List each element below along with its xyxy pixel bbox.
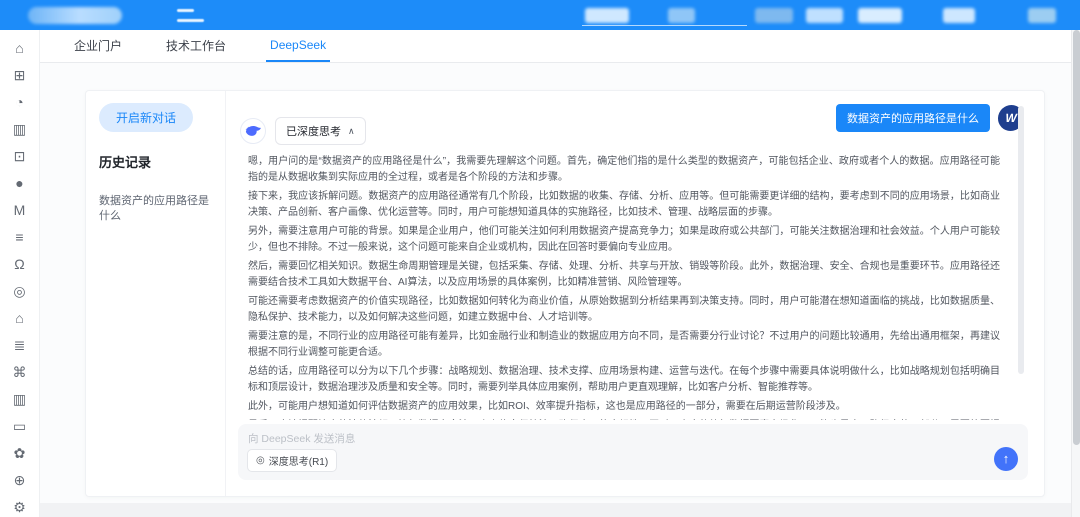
tab-enterprise-portal[interactable]: 企业门户: [70, 30, 126, 62]
sitemap-icon[interactable]: ⌘: [12, 365, 28, 379]
menu-toggle-icon[interactable]: [177, 9, 205, 23]
folder-icon[interactable]: ▭: [12, 419, 28, 433]
chat-scrollbar[interactable]: [1018, 106, 1024, 374]
deep-think-r1-button[interactable]: ◎ 深度思考(R1): [247, 449, 337, 472]
message-list: 数据资产的应用路径是什么 W 已深度思考 ∧: [226, 91, 1044, 420]
tab-deepseek[interactable]: DeepSeek: [266, 30, 330, 62]
send-button[interactable]: ↑: [994, 447, 1018, 471]
flower-icon[interactable]: ✿: [12, 446, 28, 460]
blurred-nav-item[interactable]: [668, 8, 695, 23]
history-list: 数据资产的应用路径是什么: [99, 194, 212, 224]
pie-chart-icon[interactable]: ◔: [12, 95, 28, 109]
user-message-row: 数据资产的应用路径是什么 W: [836, 104, 1024, 132]
globe-icon[interactable]: ⊕: [12, 473, 28, 487]
thinking-paragraph: 总结的话，应用路径可以分为以下几个步骤：战略规划、数据治理、技术支撑、应用场景构…: [248, 364, 1000, 396]
thinking-paragraph: 嗯，用户问的是“数据资产的应用路径是什么”，我需要先理解这个问题。首先，确定他们…: [248, 154, 1000, 186]
blurred-nav-item[interactable]: [585, 8, 629, 23]
blurred-nav-item[interactable]: [943, 8, 975, 23]
page-scrollbar-thumb[interactable]: [1073, 30, 1080, 445]
thinking-paragraph: 最后，应该提醒注意的法律法规，比如数据安全法、个人信息保护法，确保应用的合规性。…: [248, 418, 1000, 420]
media-icon[interactable]: ⊡: [12, 149, 28, 163]
blurred-nav-item[interactable]: [858, 8, 902, 23]
thinking-paragraph: 此外，可能用户想知道如何评估数据资产的应用效果，比如ROI、效率提升指标，这也是…: [248, 399, 1000, 415]
settings-gear-icon[interactable]: ⚙: [12, 500, 28, 514]
home-icon[interactable]: ⌂: [12, 41, 28, 55]
chevron-up-icon: ∧: [348, 126, 355, 137]
top-header: [0, 0, 1080, 30]
new-chat-button[interactable]: 开启新对话: [99, 103, 193, 132]
conversation-panel: 开启新对话 历史记录 数据资产的应用路径是什么: [86, 91, 226, 496]
footer-strip: [40, 503, 1080, 517]
thought-toggle-label: 已深度思考: [286, 123, 341, 139]
deepseek-chat-card: 开启新对话 历史记录 数据资产的应用路径是什么 数据资产的应用路径是什么 W: [85, 90, 1045, 497]
org-grid-icon[interactable]: ⊞: [12, 68, 28, 82]
letter-m-icon[interactable]: M: [12, 203, 28, 217]
page-scrollbar[interactable]: [1071, 30, 1080, 517]
history-title: 历史记录: [99, 152, 212, 171]
thinking-paragraph: 接下来，我应该拆解问题。数据资产的应用路径通常有几个阶段，比如数据的收集、存储、…: [248, 189, 1000, 221]
barcode-alt-icon[interactable]: ▥: [12, 392, 28, 406]
history-item[interactable]: 数据资产的应用路径是什么: [99, 194, 212, 224]
user-message-bubble: 数据资产的应用路径是什么: [836, 104, 990, 132]
blurred-nav-item[interactable]: [1028, 8, 1056, 23]
deepseek-whale-icon: [240, 118, 266, 144]
message-input[interactable]: [248, 431, 801, 449]
tab-tech-workbench[interactable]: 技术工作台: [162, 30, 230, 62]
thinking-paragraph: 可能还需要考虑数据资产的价值实现路径，比如数据如何转化为商业价值，从原始数据到分…: [248, 294, 1000, 326]
menu-lines-icon[interactable]: ≣: [12, 338, 28, 352]
chat-area: 数据资产的应用路径是什么 W 已深度思考 ∧: [226, 91, 1044, 496]
shield-icon[interactable]: ◎: [12, 284, 28, 298]
deep-think-icon: ◎: [256, 455, 265, 466]
user-icon[interactable]: Ω: [12, 257, 28, 271]
home-alt-icon[interactable]: ⌂: [12, 311, 28, 325]
main-area: 开启新对话 历史记录 数据资产的应用路径是什么 数据资产的应用路径是什么 W: [40, 63, 1080, 517]
arrow-up-icon: ↑: [1003, 451, 1010, 466]
icon-sidebar: ⌂ ⊞ ◔ ▥ ⊡ ● M ≡ Ω ◎ ⌂ ≣ ⌘ ▥ ▭ ✿ ⊕ ⚙: [0, 30, 40, 517]
app-logo: [28, 7, 122, 24]
thinking-paragraph: 然后，需要回忆相关知识。数据生命周期管理是关键，包括采集、存储、处理、分析、共享…: [248, 259, 1000, 291]
list-icon[interactable]: ≡: [12, 230, 28, 244]
dark-app-icon[interactable]: ●: [12, 176, 28, 190]
thought-toggle-button[interactable]: 已深度思考 ∧: [275, 117, 366, 145]
nav-underline: [582, 25, 747, 26]
thinking-paragraph: 另外，需要注意用户可能的背景。如果是企业用户，他们可能关注如何利用数据资产提高竞…: [248, 224, 1000, 256]
blurred-nav-item[interactable]: [806, 8, 843, 23]
message-input-box: ◎ 深度思考(R1) ↑: [238, 424, 1028, 480]
blurred-nav-item[interactable]: [755, 8, 793, 23]
tab-bar: 企业门户 技术工作台 DeepSeek: [40, 30, 1080, 63]
thinking-paragraph: 需要注意的是，不同行业的应用路径可能有差异，比如金融行业和制造业的数据应用方向不…: [248, 329, 1000, 361]
barcode-icon[interactable]: ▥: [12, 122, 28, 136]
thinking-content: 嗯，用户问的是“数据资产的应用路径是什么”，我需要先理解这个问题。首先，确定他们…: [248, 154, 1000, 420]
deep-think-label: 深度思考(R1): [269, 453, 328, 468]
